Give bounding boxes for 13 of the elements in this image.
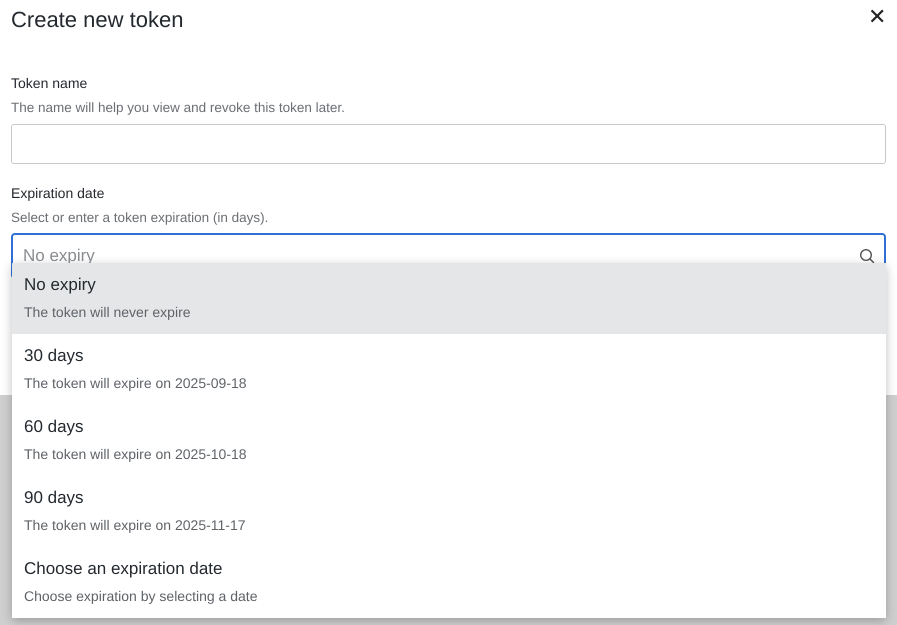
dropdown-option[interactable]: Choose an expiration date Choose expiration by selecting a date bbox=[12, 547, 886, 618]
field-help-text: The name will help you view and revoke this token later. bbox=[11, 99, 345, 117]
close-button[interactable]: ✕ bbox=[868, 6, 886, 28]
dropdown-option[interactable]: 90 days The token will expire on 2025-11-17 bbox=[12, 476, 886, 547]
dropdown-option[interactable]: No expiry The token will never expire bbox=[12, 263, 886, 334]
token-name-field[interactable] bbox=[11, 124, 886, 164]
field-help-text: Select or enter a token expiration (in days). bbox=[11, 209, 268, 227]
search-icon bbox=[859, 248, 875, 264]
field-label: Expiration date bbox=[11, 184, 104, 202]
field-label: Token name bbox=[11, 74, 88, 92]
dropdown-option[interactable]: 60 days The token will expire on 2025-10-18 bbox=[12, 405, 886, 476]
dropdown-option[interactable]: 30 days The token will expire on 2025-09-18 bbox=[12, 334, 886, 405]
dialog-title: Create new token bbox=[11, 6, 184, 34]
